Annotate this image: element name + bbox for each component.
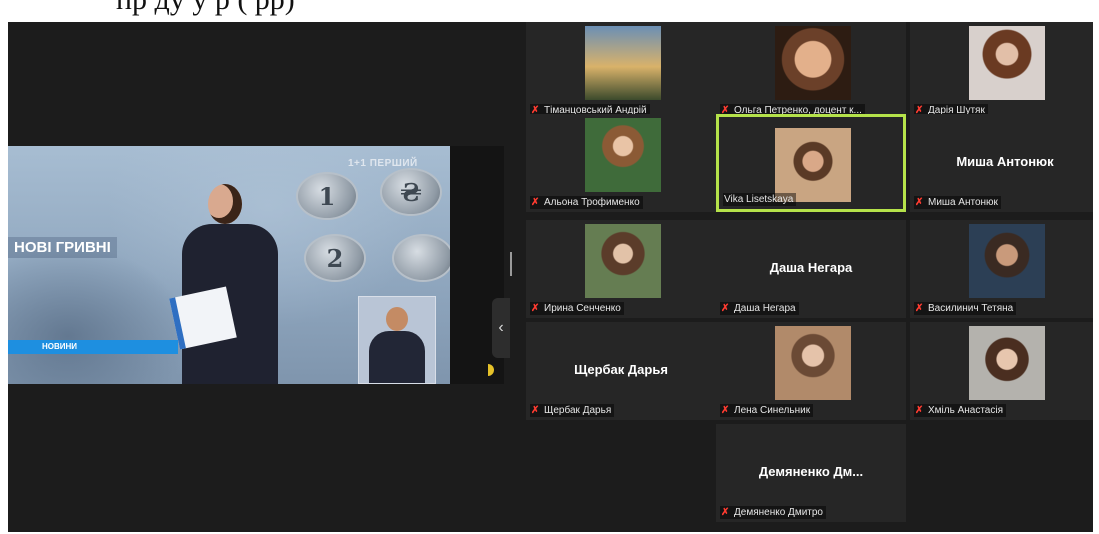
participant-tile[interactable]: Даша Негара ✗ Даша Негара xyxy=(716,220,906,318)
participant-tile[interactable]: ✗ Хміль Анастасія xyxy=(910,322,1093,420)
participant-tile[interactable]: ✗ Ирина Сенченко xyxy=(526,220,716,318)
interpreter-head xyxy=(386,307,408,331)
document-caption-strip: пр ду у р ( рр) xyxy=(0,0,1099,22)
participant-name: Щербак Дарья xyxy=(544,405,612,416)
mic-muted-icon: ✗ xyxy=(915,405,924,416)
mic-muted-icon: ✗ xyxy=(531,197,540,208)
participant-name: Хміль Анастасія xyxy=(928,405,1004,416)
participant-video xyxy=(585,26,661,100)
participant-tile[interactable]: Vika Lisetskaya xyxy=(716,114,906,212)
mic-muted-icon: ✗ xyxy=(915,303,924,314)
mic-muted-icon: ✗ xyxy=(531,303,540,314)
mic-muted-icon: ✗ xyxy=(721,303,730,314)
mic-muted-icon: ✗ xyxy=(721,405,730,416)
participant-name: Ирина Сенченко xyxy=(544,303,621,314)
participant-name-label: ✗ Миша Антонюк xyxy=(914,196,1001,209)
zoom-meeting-window: 1+1 ПЕРШИЙ 1 ₴ 2 НОВІ ГРИВНІ НОВИНИ ‹ ✗ Т… xyxy=(8,22,1093,532)
mic-muted-icon: ✗ xyxy=(721,507,730,518)
participant-tile[interactable]: ✗ Ольга Петренко, доцент к... xyxy=(716,22,906,120)
mic-muted-icon: ✗ xyxy=(531,405,540,416)
split-divider-handle[interactable] xyxy=(510,252,512,276)
participant-display-name: Щербак Дарья xyxy=(574,362,668,377)
participant-name: Василинич Тетяна xyxy=(928,303,1014,314)
interpreter-body xyxy=(369,331,425,383)
presenter-head xyxy=(208,184,242,224)
participant-name: Миша Антонюк xyxy=(928,197,998,208)
participant-display-name: Даша Негара xyxy=(769,260,853,275)
participant-tile[interactable]: Демяненко Дм... ✗ Демяненко Дмитро xyxy=(716,424,906,522)
participant-tile[interactable]: ✗ Лена Синельник xyxy=(716,322,906,420)
participant-video xyxy=(969,224,1045,298)
news-headline: НОВІ ГРИВНІ xyxy=(8,237,117,258)
participant-tile[interactable]: ✗ Василинич Тетяна xyxy=(910,220,1093,318)
coin-1: 1 xyxy=(296,172,358,220)
participant-name-label: ✗ Василинич Тетяна xyxy=(914,302,1017,315)
participant-name: Демяненко Дмитро xyxy=(734,507,823,518)
participant-name-label: ✗ Даша Негара xyxy=(720,302,799,315)
participant-display-name: Демяненко Дм... xyxy=(758,464,864,479)
participant-video xyxy=(585,224,661,298)
caption-text: пр ду у р ( рр) xyxy=(116,0,295,17)
participant-name-label: Vika Lisetskaya xyxy=(723,193,797,206)
participant-name-label: ✗ Лена Синельник xyxy=(720,404,814,417)
collapse-panel-button[interactable]: ‹ xyxy=(492,298,510,358)
news-ticker: НОВИНИ xyxy=(8,340,178,354)
participant-video xyxy=(775,326,851,400)
participant-tile[interactable]: Миша Антонюк ✗ Миша Антонюк xyxy=(910,114,1093,212)
participant-name: Vika Lisetskaya xyxy=(724,194,794,205)
participant-video xyxy=(775,128,851,202)
coin-portrait xyxy=(392,234,454,282)
participant-name-label: ✗ Демяненко Дмитро xyxy=(720,506,826,519)
participant-name-label: ✗ Ирина Сенченко xyxy=(530,302,624,315)
sign-language-interpreter xyxy=(358,296,436,384)
participant-tile[interactable]: ✗ Альона Трофименко xyxy=(526,114,716,212)
mic-muted-icon: ✗ xyxy=(915,197,924,208)
shared-screen[interactable]: 1+1 ПЕРШИЙ 1 ₴ 2 НОВІ ГРИВНІ НОВИНИ xyxy=(8,146,504,384)
participant-name-label: ✗ Хміль Анастасія xyxy=(914,404,1007,417)
participant-display-name: Миша Антонюк xyxy=(956,154,1054,169)
participant-video xyxy=(969,26,1045,100)
participant-video xyxy=(969,326,1045,400)
participant-tile[interactable]: ✗ Дарія Шутяк xyxy=(910,22,1093,120)
participant-tile[interactable]: ✗ Тіманцовський Андрій xyxy=(526,22,716,120)
participant-name: Альона Трофименко xyxy=(544,197,640,208)
participant-tile[interactable]: Щербак Дарья ✗ Щербак Дарья xyxy=(526,322,716,420)
participant-name: Лена Синельник xyxy=(734,405,811,416)
coin-hryvnia: ₴ xyxy=(380,168,442,216)
participant-video xyxy=(585,118,661,192)
participant-video xyxy=(775,26,851,100)
news-presenter xyxy=(169,184,284,384)
participant-name: Даша Негара xyxy=(734,303,796,314)
coin-2: 2 xyxy=(304,234,366,282)
participant-name-label: ✗ Альона Трофименко xyxy=(530,196,643,209)
participant-name-label: ✗ Щербак Дарья xyxy=(530,404,615,417)
